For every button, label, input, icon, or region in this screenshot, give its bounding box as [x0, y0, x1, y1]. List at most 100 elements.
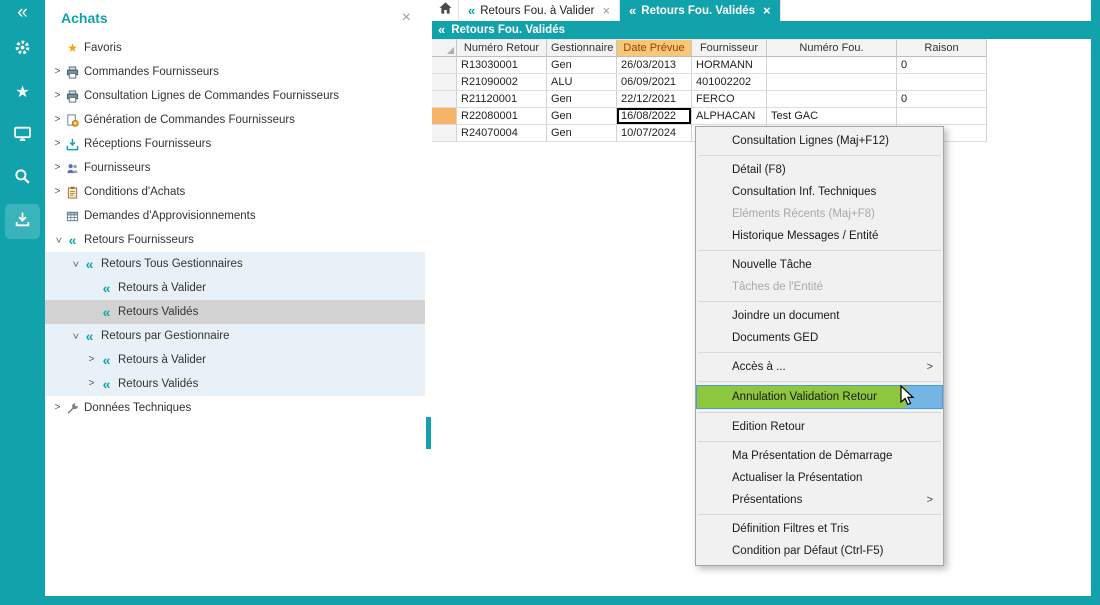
menu-item-consultation-lignes[interactable]: Consultation Lignes (Maj+F12): [696, 130, 943, 152]
cell-date-prevue[interactable]: 06/09/2021: [617, 74, 692, 91]
favorites-module-button[interactable]: ★: [0, 71, 45, 114]
row-selector[interactable]: [432, 125, 457, 142]
row-selector-active[interactable]: [432, 108, 457, 125]
chevron-right-icon[interactable]: >: [51, 403, 64, 413]
sidebar-item-receptions-fournisseurs[interactable]: > Réceptions Fournisseurs: [45, 132, 425, 156]
cell-raison[interactable]: 0: [897, 91, 987, 108]
menu-item-documents-ged[interactable]: Documents GED: [696, 327, 943, 349]
sidebar-item-fournisseurs[interactable]: > Fournisseurs: [45, 156, 425, 180]
purchases-module-button[interactable]: [0, 200, 45, 243]
cell-numero-fou[interactable]: Test GAC: [767, 108, 897, 125]
cell-raison[interactable]: [897, 108, 987, 125]
row-selector[interactable]: [432, 74, 457, 91]
cell-numero-retour[interactable]: R22080001: [457, 108, 547, 125]
menu-item-detail[interactable]: Détail (F8): [696, 159, 943, 181]
chevron-right-icon[interactable]: >: [51, 187, 64, 197]
cell-date-prevue-selected[interactable]: 16/08/2022: [617, 108, 692, 125]
sidebar-item-retours-par-gestionnaire[interactable]: > « Retours par Gestionnaire: [45, 324, 425, 348]
sidebar-item-retours-fournisseurs[interactable]: > « Retours Fournisseurs: [45, 228, 425, 252]
menu-item-definition-filtres-tris[interactable]: Définition Filtres et Tris: [696, 518, 943, 540]
search-module-button[interactable]: [0, 157, 45, 200]
cell-fournisseur[interactable]: FERCO: [692, 91, 767, 108]
chevron-right-icon[interactable]: >: [51, 115, 64, 125]
menu-item-actualiser-presentation[interactable]: Actualiser la Présentation: [696, 467, 943, 489]
cell-gestionnaire[interactable]: Gen: [547, 91, 617, 108]
cell-gestionnaire[interactable]: Gen: [547, 108, 617, 125]
column-header-gestionnaire[interactable]: Gestionnaire: [547, 39, 617, 57]
tab-retours-fou-a-valider[interactable]: « Retours Fou. à Valider ×: [459, 0, 620, 21]
tab-close-icon[interactable]: ×: [602, 4, 610, 17]
sidebar-item-generation-commandes[interactable]: > Génération de Commandes Fournisseurs: [45, 108, 425, 132]
menu-item-presentations[interactable]: Présentations>: [696, 489, 943, 511]
chevron-right-icon[interactable]: >: [51, 91, 64, 101]
menu-item-consultation-inf-techniques[interactable]: Consultation Inf. Techniques: [696, 181, 943, 203]
column-header-numero-fou[interactable]: Numéro Fou.: [767, 39, 897, 57]
sidebar-close-button[interactable]: ×: [402, 10, 411, 26]
cell-numero-retour[interactable]: R21090002: [457, 74, 547, 91]
sidebar-item-donnees-techniques[interactable]: > Données Techniques: [45, 396, 425, 420]
cell-gestionnaire[interactable]: ALU: [547, 74, 617, 91]
row-selector[interactable]: [432, 57, 457, 74]
menu-item-nouvelle-tache[interactable]: Nouvelle Tâche: [696, 254, 943, 276]
chevron-down-icon[interactable]: >: [70, 258, 80, 271]
cell-numero-fou[interactable]: [767, 57, 897, 74]
sidebar-item-label: Réceptions Fournisseurs: [84, 138, 211, 150]
cell-raison[interactable]: [897, 74, 987, 91]
cell-raison[interactable]: 0: [897, 57, 987, 74]
chevron-down-icon[interactable]: >: [70, 330, 80, 343]
chevron-right-icon[interactable]: >: [85, 355, 98, 365]
column-header-fournisseur[interactable]: Fournisseur: [692, 39, 767, 57]
sidebar-item-favoris[interactable]: ★ Favoris: [45, 36, 425, 60]
sidebar-item-retours-a-valider-par-gest[interactable]: > « Retours à Valider: [45, 348, 425, 372]
column-header-raison[interactable]: Raison: [897, 39, 987, 57]
desktop-module-button[interactable]: [0, 114, 45, 157]
vertical-scrollbar[interactable]: [1091, 0, 1100, 605]
sidebar-item-commandes-fournisseurs[interactable]: > Commandes Fournisseurs: [45, 60, 425, 84]
cell-date-prevue[interactable]: 22/12/2021: [617, 91, 692, 108]
cell-fournisseur[interactable]: ALPHACAN: [692, 108, 767, 125]
sidebar-scrollbar-thumb[interactable]: [426, 417, 431, 449]
settings-module-button[interactable]: [0, 28, 45, 71]
sidebar-item-consultation-lignes-commandes[interactable]: > Consultation Lignes de Commandes Fourn…: [45, 84, 425, 108]
menu-item-ma-presentation-demarrage[interactable]: Ma Présentation de Démarrage: [696, 445, 943, 467]
chevron-right-icon[interactable]: >: [85, 379, 98, 389]
collapse-sidebar-button[interactable]: «: [0, 0, 45, 28]
menu-item-edition-retour[interactable]: Edition Retour: [696, 416, 943, 438]
chevron-right-icon[interactable]: >: [51, 139, 64, 149]
cell-gestionnaire[interactable]: Gen: [547, 125, 617, 142]
chevron-down-icon[interactable]: >: [53, 234, 63, 247]
sidebar-item-retours-valides-par-gest[interactable]: > « Retours Validés: [45, 372, 425, 396]
chevron-right-icon[interactable]: >: [51, 163, 64, 173]
menu-item-historique-messages[interactable]: Historique Messages / Entité: [696, 225, 943, 247]
cell-numero-retour[interactable]: R24070004: [457, 125, 547, 142]
sidebar-item-label: Fournisseurs: [84, 162, 150, 174]
cell-date-prevue[interactable]: 26/03/2013: [617, 57, 692, 74]
sidebar-item-demandes-approvisionnements[interactable]: Demandes d'Approvisionnements: [45, 204, 425, 228]
cell-gestionnaire[interactable]: Gen: [547, 57, 617, 74]
document-gear-icon: [64, 114, 81, 127]
chevron-right-icon[interactable]: >: [51, 67, 64, 77]
tab-retours-fou-valides[interactable]: « Retours Fou. Validés ×: [620, 0, 781, 21]
horizontal-scrollbar[interactable]: [45, 596, 1100, 605]
menu-item-joindre-document[interactable]: Joindre un document: [696, 305, 943, 327]
cell-numero-retour[interactable]: R21120001: [457, 91, 547, 108]
menu-item-label: Présentations: [732, 494, 802, 506]
sidebar-item-conditions-achats[interactable]: > Conditions d'Achats: [45, 180, 425, 204]
sidebar-item-retours-valides-tous[interactable]: « Retours Validés: [45, 300, 425, 324]
sidebar-item-retours-tous-gestionnaires[interactable]: > « Retours Tous Gestionnaires: [45, 252, 425, 276]
tab-close-icon[interactable]: ×: [763, 4, 771, 17]
column-header-date-prevue[interactable]: Date Prévue: [617, 39, 692, 57]
column-header-numero-retour[interactable]: Numéro Retour: [457, 39, 547, 57]
cell-numero-fou[interactable]: [767, 91, 897, 108]
cell-fournisseur[interactable]: 401002202: [692, 74, 767, 91]
cell-fournisseur[interactable]: HORMANN: [692, 57, 767, 74]
cell-date-prevue[interactable]: 10/07/2024: [617, 125, 692, 142]
menu-item-acces-a[interactable]: Accès à ...>: [696, 356, 943, 378]
row-selector[interactable]: [432, 91, 457, 108]
sidebar-item-retours-a-valider-tous[interactable]: « Retours à Valider: [45, 276, 425, 300]
cell-numero-retour[interactable]: R13030001: [457, 57, 547, 74]
cell-numero-fou[interactable]: [767, 74, 897, 91]
menu-item-condition-par-defaut[interactable]: Condition par Défaut (Ctrl-F5): [696, 540, 943, 562]
select-all-cell[interactable]: [432, 39, 457, 57]
home-tab-button[interactable]: [432, 0, 459, 21]
